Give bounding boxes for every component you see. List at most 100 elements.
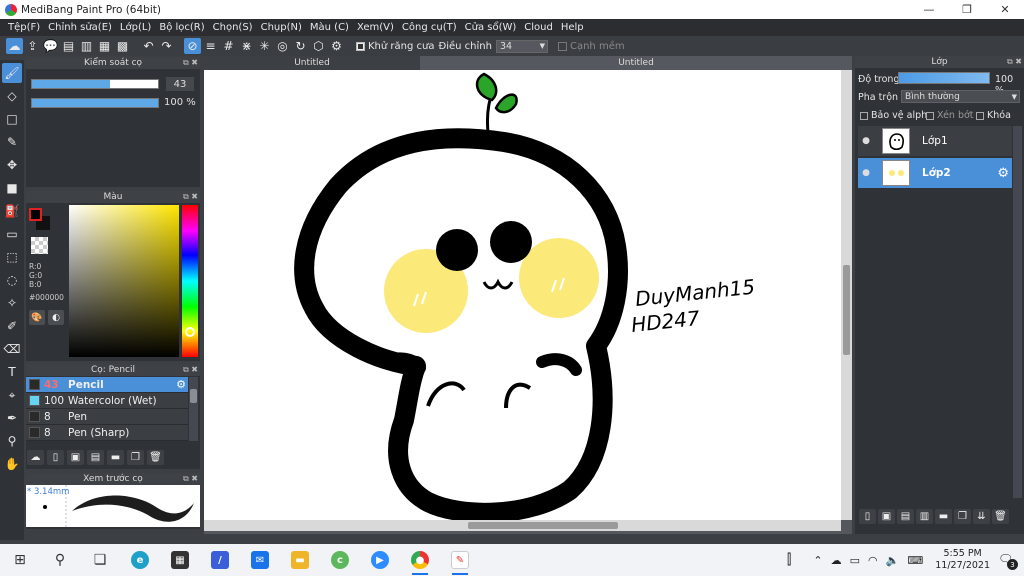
magic-wand-tool-icon[interactable]: ✧ (2, 293, 22, 313)
curve-snap-icon[interactable]: ↻ (292, 38, 309, 54)
menu-tools[interactable]: Công cụ(T) (398, 22, 461, 33)
saturation-value-picker[interactable] (69, 205, 179, 357)
medibang-taskbar-icon[interactable]: / (200, 544, 240, 576)
select-rect-tool-icon[interactable]: ⬚ (2, 247, 22, 267)
chrome-icon[interactable]: ● (400, 544, 440, 576)
primary-color-swatch[interactable] (29, 208, 42, 221)
add-brush-icon[interactable]: ▣ (67, 450, 84, 465)
menu-color[interactable]: Màu (C) (306, 22, 353, 33)
panel-controls-icon[interactable]: ⧉ ✖ (183, 364, 198, 376)
cloud-tray-icon[interactable]: ☁ (831, 554, 842, 567)
eraser-tool-icon[interactable]: ◇ (2, 86, 22, 106)
restore-button[interactable]: ❐ (948, 0, 986, 19)
document-tab-2[interactable]: Untitled (420, 56, 852, 70)
panel-controls-icon[interactable]: ⧉ ✖ (183, 473, 198, 485)
menu-select[interactable]: Chọn(S) (209, 22, 257, 33)
comment-icon[interactable]: 💬 (42, 38, 59, 54)
brush-item-pencil[interactable]: 43 Pencil ⚙ (26, 377, 188, 393)
redo-icon[interactable]: ↷ (158, 38, 175, 54)
medibang-paint-icon[interactable]: ✎ (440, 544, 480, 576)
document-tab-1[interactable]: Untitled (204, 56, 420, 70)
menu-snap[interactable]: Chụp(N) (257, 22, 306, 33)
store-icon[interactable]: ▦ (160, 544, 200, 576)
focus-line-icon[interactable]: ⋇ (238, 38, 255, 54)
mail-icon[interactable]: ✉ (240, 544, 280, 576)
grid-panel-icon[interactable]: ▩ (114, 38, 131, 54)
panel-icon[interactable]: ▦ (96, 38, 113, 54)
menu-file[interactable]: Tệp(F) (4, 22, 44, 33)
visibility-eye-icon[interactable]: ● (858, 168, 874, 178)
transparent-color-swatch[interactable] (31, 237, 48, 254)
divide-tool-icon[interactable]: ⌖ (2, 385, 22, 405)
canvas-horizontal-scroll-thumb[interactable] (468, 522, 618, 529)
new-brush-icon[interactable]: ▯ (47, 450, 64, 465)
hue-knob[interactable] (185, 327, 195, 337)
coc-coc-browser-icon[interactable]: c (320, 544, 360, 576)
circle-snap-icon[interactable]: ◎ (274, 38, 291, 54)
snap-off-icon[interactable]: ⊘ (184, 38, 201, 54)
gear-icon[interactable]: ⚙ (997, 166, 1009, 181)
soft-edge-checkbox[interactable] (557, 41, 567, 51)
menu-edit[interactable]: Chỉnh sửa(E) (44, 22, 116, 33)
trash-icon[interactable]: 🗑 (147, 450, 164, 465)
grid-snap-icon[interactable]: # (220, 38, 237, 54)
cloud-icon[interactable]: ☁ (6, 38, 23, 54)
radial-snap-icon[interactable]: ✳ (256, 38, 273, 54)
dot-tool-icon[interactable]: □ (2, 109, 22, 129)
palette-icon[interactable]: 🎨 (29, 310, 45, 325)
brush-item-watercolor[interactable]: 100 Watercolor (Wet) (26, 393, 188, 409)
new-layer-icon[interactable]: ▯ (859, 509, 876, 524)
eyedropper-tool-icon[interactable]: ✒ (2, 408, 22, 428)
menu-window[interactable]: Cửa sổ(W) (461, 22, 521, 33)
drawing-canvas[interactable]: DuyManh15 HD247 (204, 70, 841, 520)
select-pen-tool-icon[interactable]: ✐ (2, 316, 22, 336)
merge-layer-icon[interactable]: ⇊ (973, 509, 990, 524)
canvas-horizontal-scrollbar[interactable] (204, 520, 841, 531)
color-settings-icon[interactable]: ◐ (48, 310, 64, 325)
layer-item-1[interactable]: ● Lớp1 (858, 126, 1012, 156)
layer-opacity-slider[interactable] (898, 72, 990, 84)
file-explorer-icon[interactable]: ▬ (280, 544, 320, 576)
zoom-icon[interactable]: ▶ (360, 544, 400, 576)
show-desktop-handle-icon[interactable]: ⫿ (787, 552, 791, 568)
folder-icon[interactable]: ▬ (107, 450, 124, 465)
new-color-layer-icon[interactable]: ▣ (878, 509, 895, 524)
layer-item-2[interactable]: ● Lớp2 ⚙ (858, 158, 1012, 188)
search-icon[interactable]: ⚲ (40, 544, 80, 576)
select-eraser-tool-icon[interactable]: ⌫ (2, 339, 22, 359)
protect-alpha-checkbox[interactable] (860, 112, 868, 120)
duplicate-layer-icon[interactable]: ❐ (954, 509, 971, 524)
brush-list-scrollbar[interactable] (189, 377, 198, 441)
canvas-vertical-scrollbar[interactable] (841, 70, 852, 520)
folder-icon[interactable]: ▬ (935, 509, 952, 524)
text-tool-icon[interactable]: T (2, 362, 22, 382)
fill-rect-tool-icon[interactable]: ■ (2, 178, 22, 198)
move-tool-icon[interactable]: ✥ (2, 155, 22, 175)
undo-icon[interactable]: ↶ (140, 38, 157, 54)
close-button[interactable]: ✕ (986, 0, 1024, 19)
menu-view[interactable]: Xem(V) (353, 22, 398, 33)
keyboard-icon[interactable]: ⌨ (907, 554, 923, 567)
brush-tool-icon[interactable]: 🖌 (2, 63, 22, 83)
new-halftone-layer-icon[interactable]: ▤ (897, 509, 914, 524)
clock[interactable]: 5:55 PM 11/27/2021 (935, 548, 990, 572)
add-layer-menu-icon[interactable]: ▥ (916, 509, 933, 524)
pen-tool-icon[interactable]: ✎ (2, 132, 22, 152)
task-view-icon[interactable]: ❏ (80, 544, 120, 576)
panel-controls-icon[interactable]: ⧉ ✖ (183, 57, 198, 69)
parallel-snap-icon[interactable]: ≡ (202, 38, 219, 54)
trash-icon[interactable]: 🗑 (992, 509, 1009, 524)
brush-item-pen-sharp[interactable]: 8 Pen (Sharp) (26, 425, 188, 441)
notification-icon[interactable]: 🗨 3 (998, 552, 1018, 570)
menu-cloud[interactable]: Cloud (520, 22, 557, 33)
menu-help[interactable]: Help (557, 22, 588, 33)
duplicate-icon[interactable]: ❐ (127, 450, 144, 465)
settings-gear-icon[interactable]: ⚙ (328, 38, 345, 54)
menu-filter[interactable]: Bộ lọc(R) (155, 22, 208, 33)
visibility-eye-icon[interactable]: ● (858, 136, 874, 146)
brush-settings-icon[interactable]: ▤ (87, 450, 104, 465)
gradient-tool-icon[interactable]: ▭ (2, 224, 22, 244)
chat-icon[interactable]: ▤ (60, 38, 77, 54)
panel-controls-icon[interactable]: ⧉ ✖ (1007, 56, 1022, 68)
brush-list-scroll-thumb[interactable] (190, 389, 197, 403)
